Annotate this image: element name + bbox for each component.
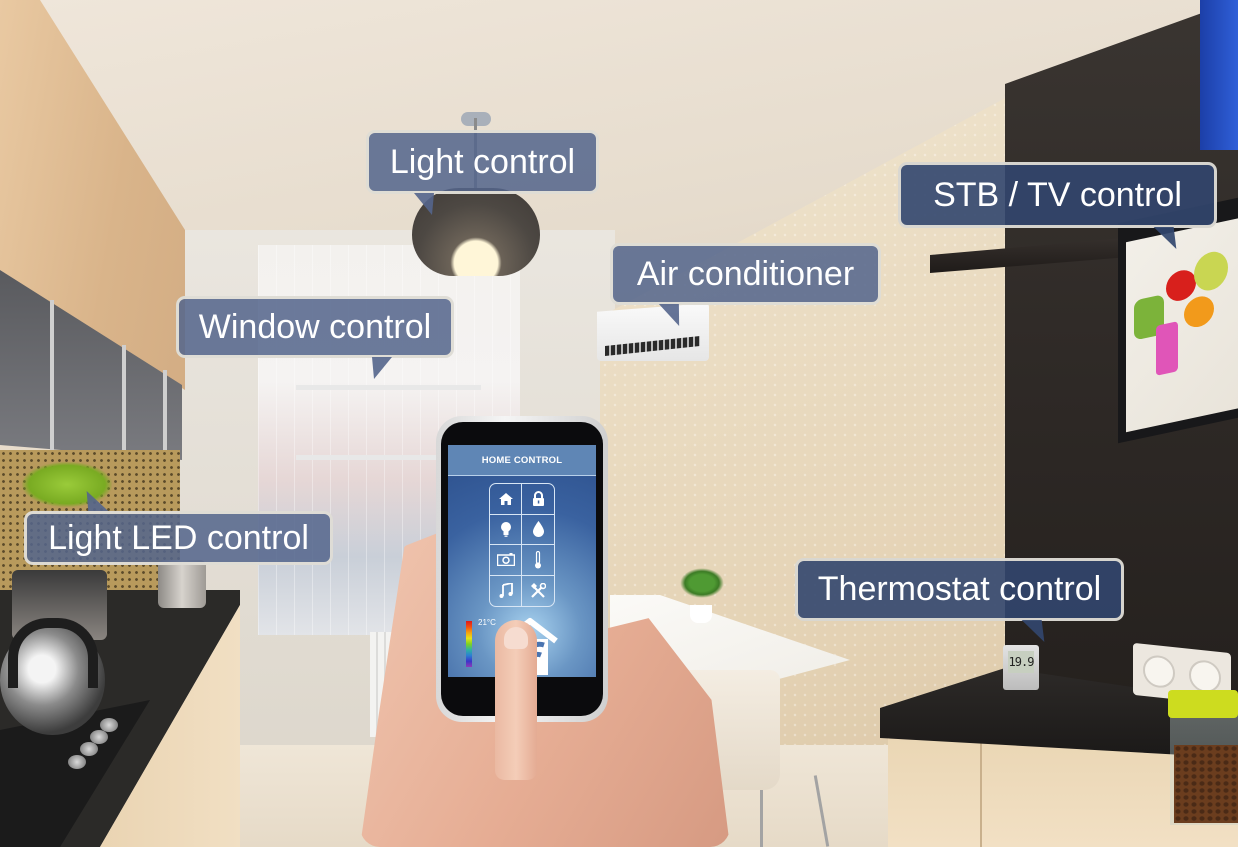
callout-air-conditioner: Air conditioner bbox=[610, 243, 881, 305]
orange bbox=[1184, 293, 1214, 330]
thermometer-icon[interactable] bbox=[522, 545, 554, 576]
power-socket bbox=[1189, 658, 1221, 695]
plant-pot bbox=[690, 605, 712, 623]
tools-icon[interactable] bbox=[522, 576, 554, 607]
callout-label: Window control bbox=[198, 307, 432, 346]
kitchen-scene: 19.9 HOME CONTROL 21°C Light control Win… bbox=[0, 0, 1238, 847]
callout-label: Light LED control bbox=[48, 518, 309, 557]
callout-label: STB / TV control bbox=[933, 175, 1182, 214]
music-note-icon[interactable] bbox=[490, 575, 522, 606]
callout-stb-tv-control: STB / TV control bbox=[898, 162, 1217, 228]
stove-knob bbox=[68, 755, 86, 769]
thermostat-reading: 19.9 bbox=[1008, 651, 1034, 673]
power-socket bbox=[1143, 653, 1175, 690]
tomato bbox=[1166, 267, 1196, 304]
dumbbell bbox=[1156, 321, 1178, 376]
water-drop-icon[interactable] bbox=[522, 515, 554, 545]
app-title: HOME CONTROL bbox=[448, 445, 596, 476]
callout-label: Light control bbox=[389, 142, 576, 181]
cabinet-frame bbox=[50, 300, 54, 450]
callout-thermostat-control: Thermostat control bbox=[795, 558, 1124, 621]
fingernail bbox=[504, 627, 528, 649]
light-bulb-icon[interactable] bbox=[490, 514, 522, 545]
chair-leg bbox=[760, 790, 763, 847]
cabinet-seam bbox=[980, 740, 982, 847]
callout-label: Air conditioner bbox=[636, 254, 855, 293]
electric-kettle bbox=[158, 560, 206, 608]
tv-screen bbox=[1126, 217, 1238, 433]
app-icon-grid bbox=[489, 483, 555, 607]
coffee-beans bbox=[1174, 745, 1238, 823]
home-icon[interactable] bbox=[490, 484, 522, 515]
window-frame bbox=[296, 385, 481, 390]
temperature-readout: 21°C bbox=[478, 618, 496, 627]
stove-knob bbox=[80, 742, 98, 756]
lock-icon[interactable] bbox=[522, 484, 554, 515]
temperature-color-scale bbox=[466, 621, 472, 667]
callout-window-control: Window control bbox=[176, 296, 454, 358]
callout-light-led-control: Light LED control bbox=[24, 511, 333, 565]
camera-icon[interactable] bbox=[490, 545, 522, 576]
cabinet-frame bbox=[122, 345, 126, 455]
cabinet-frame bbox=[163, 370, 167, 460]
callout-label: Thermostat control bbox=[817, 570, 1102, 608]
callout-light-control: Light control bbox=[366, 130, 599, 194]
apple bbox=[1194, 248, 1228, 294]
table-plant bbox=[680, 568, 724, 598]
blue-shelf-item bbox=[1200, 0, 1238, 150]
jar-lid bbox=[1168, 690, 1238, 718]
kettle-handle bbox=[8, 618, 98, 688]
